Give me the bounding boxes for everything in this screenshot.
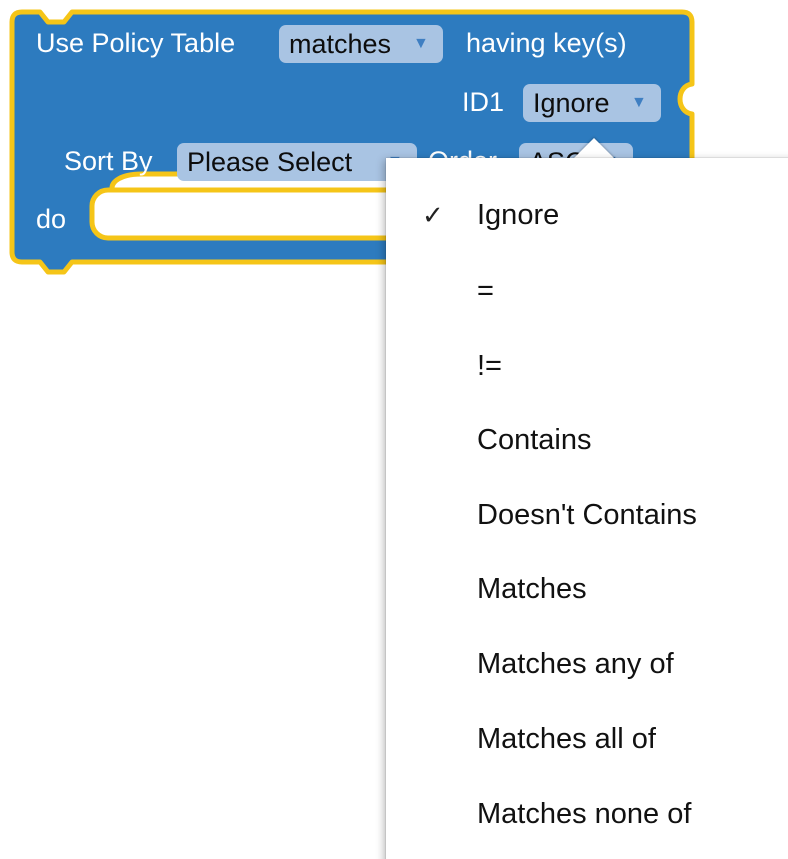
having-keys-label: having key(s) xyxy=(466,28,627,58)
menu-item-equals[interactable]: = xyxy=(386,254,786,328)
menu-item-label: Matches any of xyxy=(477,648,674,680)
menu-item-label: = xyxy=(477,275,494,307)
menu-item-label: Ignore xyxy=(477,199,560,231)
menu-item-ignore[interactable]: ✓ Ignore xyxy=(386,178,786,252)
workspace: Use Policy Table matches ▼ having key(s)… xyxy=(0,0,788,859)
menu-item-doesnt-contains[interactable]: Doesn't Contains xyxy=(386,478,786,552)
dropdown-pointer xyxy=(572,138,616,160)
sort-by-label: Sort By xyxy=(64,146,153,176)
do-statement-slot[interactable] xyxy=(89,187,435,241)
key-id1-label: ID1 xyxy=(462,87,505,117)
menu-item-label: != xyxy=(477,350,502,382)
menu-item-not-equals[interactable]: != xyxy=(386,329,786,403)
menu-item-matches[interactable]: Matches xyxy=(386,552,786,626)
table-select-field[interactable]: matches ▼ xyxy=(279,25,443,63)
do-label: do xyxy=(36,204,67,234)
use-policy-table-label: Use Policy Table xyxy=(36,28,236,58)
sort-by-value: Please Select xyxy=(187,147,353,177)
menu-item-label: Matches none of xyxy=(477,798,692,830)
menu-item-label: Contains xyxy=(477,424,592,456)
operator-dropdown-menu: ✓ Ignore = != Contains Doesn't Contains … xyxy=(386,158,788,859)
key-operator-field[interactable]: Ignore ▼ xyxy=(523,84,661,122)
chevron-down-icon: ▼ xyxy=(413,35,429,52)
menu-item-contains[interactable]: Contains xyxy=(386,403,786,477)
checkmark-icon: ✓ xyxy=(422,200,444,230)
menu-item-label: Matches all of xyxy=(477,723,656,755)
table-select-value: matches xyxy=(289,29,392,59)
sort-by-field[interactable]: Please Select ▼ xyxy=(177,143,417,181)
key-operator-value: Ignore xyxy=(533,88,610,118)
menu-item-matches-none-of[interactable]: Matches none of xyxy=(386,777,786,851)
menu-item-label: Doesn't Contains xyxy=(477,499,697,531)
menu-item-matches-all-of[interactable]: Matches all of xyxy=(386,702,786,776)
menu-item-matches-any-of[interactable]: Matches any of xyxy=(386,627,786,701)
menu-item-label: Matches xyxy=(477,573,587,605)
chevron-down-icon: ▼ xyxy=(631,94,647,111)
